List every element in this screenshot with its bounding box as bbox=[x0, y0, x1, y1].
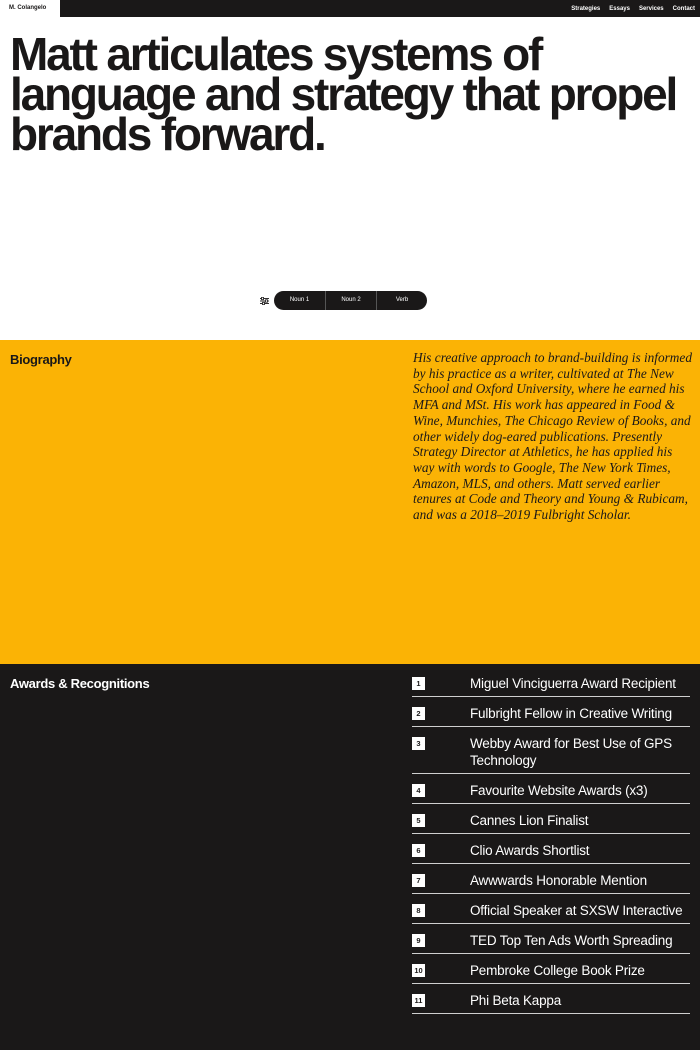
sliders-icon[interactable] bbox=[258, 295, 270, 307]
award-item: 4 Favourite Website Awards (x3) bbox=[412, 782, 690, 804]
award-title: Official Speaker at SXSW Interactive bbox=[470, 903, 683, 918]
award-title: TED Top Ten Ads Worth Spreading bbox=[470, 933, 673, 948]
top-nav-bar: M. Colangelo Strategies Essays Services … bbox=[0, 0, 700, 17]
award-title: Clio Awards Shortlist bbox=[470, 843, 590, 858]
word-toggle-group: Noun 1 Noun 2 Verb bbox=[274, 291, 427, 310]
awards-list: 1 Miguel Vinciguerra Award Recipient 2 F… bbox=[412, 675, 690, 1022]
nav-link-services[interactable]: Services bbox=[639, 6, 664, 12]
hero-title: Matt articulates systems of language and… bbox=[10, 28, 678, 160]
award-title: Miguel Vinciguerra Award Recipient bbox=[470, 676, 676, 691]
awards-heading: Awards & Recognitions bbox=[10, 676, 150, 691]
award-item: 3 Webby Award for Best Use of GPS Techno… bbox=[412, 735, 690, 774]
award-item: 7 Awwwards Honorable Mention bbox=[412, 872, 690, 894]
award-title: Phi Beta Kappa bbox=[470, 993, 562, 1008]
main-nav: Strategies Essays Services Contact bbox=[571, 0, 695, 17]
award-title: Favourite Website Awards (x3) bbox=[470, 783, 648, 798]
nav-link-essays[interactable]: Essays bbox=[609, 6, 630, 12]
biography-text: His creative approach to brand-building … bbox=[413, 350, 692, 523]
award-title: Webby Award for Best Use of GPS Technolo… bbox=[470, 736, 672, 768]
award-item: 9 TED Top Ten Ads Worth Spreading bbox=[412, 932, 690, 954]
award-item: 11 Phi Beta Kappa bbox=[412, 992, 690, 1014]
award-number: 1 bbox=[412, 677, 425, 690]
award-number: 10 bbox=[412, 964, 425, 977]
award-number: 7 bbox=[412, 874, 425, 887]
award-item: 10 Pembroke College Book Prize bbox=[412, 962, 690, 984]
nav-link-contact[interactable]: Contact bbox=[673, 6, 695, 12]
biography-heading: Biography bbox=[10, 352, 72, 367]
award-item: 2 Fulbright Fellow in Creative Writing bbox=[412, 705, 690, 727]
brand-name[interactable]: M. Colangelo bbox=[0, 0, 60, 17]
award-item: 8 Official Speaker at SXSW Interactive bbox=[412, 902, 690, 924]
award-item: 1 Miguel Vinciguerra Award Recipient bbox=[412, 675, 690, 697]
award-title: Fulbright Fellow in Creative Writing bbox=[470, 706, 672, 721]
nav-link-strategies[interactable]: Strategies bbox=[571, 6, 600, 12]
award-title: Pembroke College Book Prize bbox=[470, 963, 645, 978]
award-number: 8 bbox=[412, 904, 425, 917]
word-switcher: Noun 1 Noun 2 Verb bbox=[258, 291, 427, 310]
award-number: 11 bbox=[412, 994, 425, 1007]
award-number: 4 bbox=[412, 784, 425, 797]
biography-section: Biography His creative approach to brand… bbox=[0, 340, 700, 664]
award-item: 5 Cannes Lion Finalist bbox=[412, 812, 690, 834]
toggle-noun-1[interactable]: Noun 1 bbox=[274, 291, 325, 310]
award-number: 6 bbox=[412, 844, 425, 857]
award-number: 5 bbox=[412, 814, 425, 827]
award-title: Awwwards Honorable Mention bbox=[470, 873, 647, 888]
awards-section: Awards & Recognitions 1 Miguel Vinciguer… bbox=[0, 664, 700, 1050]
award-number: 2 bbox=[412, 707, 425, 720]
toggle-noun-2[interactable]: Noun 2 bbox=[325, 291, 376, 310]
toggle-verb[interactable]: Verb bbox=[376, 291, 427, 310]
award-item: 6 Clio Awards Shortlist bbox=[412, 842, 690, 864]
award-title: Cannes Lion Finalist bbox=[470, 813, 589, 828]
award-number: 3 bbox=[412, 737, 425, 750]
award-number: 9 bbox=[412, 934, 425, 947]
